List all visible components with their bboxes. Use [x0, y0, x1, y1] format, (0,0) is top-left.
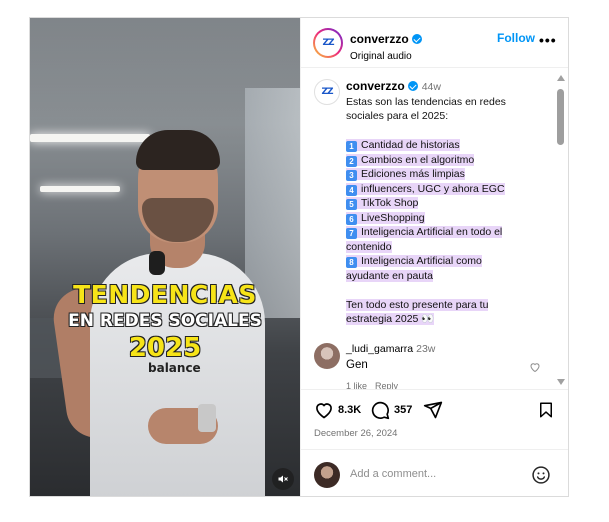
comment-reply-link[interactable]: Reply	[375, 381, 398, 389]
caption-list-item: TikTok Shop	[361, 197, 419, 209]
scroll-up-arrow-icon[interactable]	[557, 75, 565, 81]
comments-scrollbar[interactable]	[556, 73, 565, 385]
caption-list-item-cont: ayudante en pauta	[346, 269, 433, 282]
author-avatar[interactable]: ZZ	[313, 28, 343, 58]
add-comment-bar: Add a comment...	[301, 449, 568, 496]
current-user-avatar	[314, 462, 340, 488]
scrollbar-thumb[interactable]	[557, 89, 564, 145]
keycap-3-icon: 3	[346, 170, 357, 181]
post-caption: converzzo 44w Estas son las tendencias en…	[346, 79, 551, 327]
video-microphone	[149, 251, 165, 275]
post-side-panel: ZZ converzzo Original audio Follow ••• Z…	[300, 18, 568, 496]
video-ceiling-light	[40, 186, 120, 192]
caption-list-item: influencers, UGC y ahora EGC	[361, 182, 505, 195]
author-username[interactable]: converzzo	[350, 32, 409, 46]
more-options-icon[interactable]: •••	[539, 32, 557, 48]
post-modal: balance TENDENCIAS EN REDES SOCIALES 202…	[29, 17, 569, 497]
video-ceiling-light	[30, 134, 150, 142]
keycap-4-icon: 4	[346, 184, 357, 196]
comment-like-heart-icon[interactable]	[529, 361, 541, 373]
caption-list-item: Ediciones más limpias	[361, 168, 465, 180]
converzzo-logo: ZZ	[321, 87, 333, 97]
commenter-username[interactable]: _ludi_gamarra	[346, 343, 413, 355]
like-action[interactable]: 8.3K	[314, 400, 361, 420]
author-info: converzzo Original audio	[350, 30, 422, 62]
like-count[interactable]: 8.3K	[338, 404, 361, 416]
audio-label[interactable]: Original audio	[350, 51, 422, 62]
bookmark-icon[interactable]	[537, 400, 555, 420]
share-action[interactable]	[423, 400, 443, 420]
keycap-8-icon: 8	[346, 257, 357, 268]
keycap-1-icon: 1	[346, 141, 357, 152]
add-comment-input[interactable]: Add a comment...	[350, 468, 436, 480]
caption-outro-line: Ten todo esto presente para tu	[346, 298, 489, 311]
caption-list-item-cont: contenido	[346, 240, 392, 253]
caption-text-line: sociales para el 2025:	[346, 110, 449, 122]
overlay-line-3: 2025	[128, 333, 202, 363]
comment-timestamp[interactable]: 23w	[416, 343, 435, 355]
keycap-2-icon: 2	[346, 155, 357, 167]
caption-timestamp[interactable]: 44w	[422, 81, 441, 93]
caption-username[interactable]: converzzo	[346, 79, 405, 93]
caption-list-item: Inteligencia Artificial como	[361, 255, 482, 267]
post-header: ZZ converzzo Original audio Follow •••	[301, 18, 568, 68]
converzzo-logo: ZZ	[322, 38, 334, 48]
follow-button[interactable]: Follow	[497, 31, 535, 45]
keycap-5-icon: 5	[346, 199, 357, 210]
reel-video[interactable]: balance TENDENCIAS EN REDES SOCIALES 202…	[30, 18, 300, 496]
caption-list-item: Inteligencia Artificial en todo el	[361, 226, 503, 238]
video-person-hair	[136, 130, 220, 170]
video-shirt-brand: balance	[148, 361, 201, 375]
scroll-down-arrow-icon[interactable]	[557, 379, 565, 385]
comments-scroll-area[interactable]: ZZ converzzo 44w Estas son las tendencias…	[301, 69, 568, 389]
mute-button[interactable]	[272, 468, 294, 490]
emoji-icon[interactable]	[531, 465, 551, 485]
speaker-muted-icon	[278, 475, 288, 483]
share-paper-plane-icon[interactable]	[423, 400, 443, 420]
comment-action[interactable]: 357	[370, 400, 412, 420]
caption-text-line: Estas son las tendencias en redes	[346, 95, 506, 108]
caption-list-item: Cantidad de historias	[361, 139, 460, 151]
verified-badge-icon	[411, 34, 422, 44]
overlay-line-2: EN REDES SOCIALES	[68, 311, 262, 331]
comment-text: Gen	[346, 359, 368, 371]
comment-bubble-icon[interactable]	[370, 400, 390, 420]
post-date[interactable]: December 26, 2024	[314, 428, 397, 439]
commenter-avatar[interactable]	[314, 343, 340, 369]
keycap-7-icon: 7	[346, 228, 357, 239]
caption-list-item: Cambios en el algoritmo	[361, 153, 475, 166]
comment-count[interactable]: 357	[394, 404, 412, 416]
caption-outro-line: estrategia 2025 👀	[346, 313, 435, 325]
caption-author-avatar[interactable]: ZZ	[314, 79, 340, 105]
keycap-6-icon: 6	[346, 213, 357, 225]
verified-badge-icon	[407, 81, 418, 91]
heart-icon[interactable]	[314, 400, 334, 420]
caption-list-item: LiveShopping	[361, 211, 425, 224]
video-title-overlay: TENDENCIAS EN REDES SOCIALES 2025	[30, 280, 300, 363]
video-wristwatch	[198, 404, 216, 432]
save-action[interactable]	[537, 400, 555, 420]
overlay-line-1: TENDENCIAS	[73, 280, 257, 309]
comment-like-count[interactable]: 1 like	[346, 381, 367, 389]
post-actions-bar: 8.3K 357 December 26, 2024	[301, 389, 568, 449]
